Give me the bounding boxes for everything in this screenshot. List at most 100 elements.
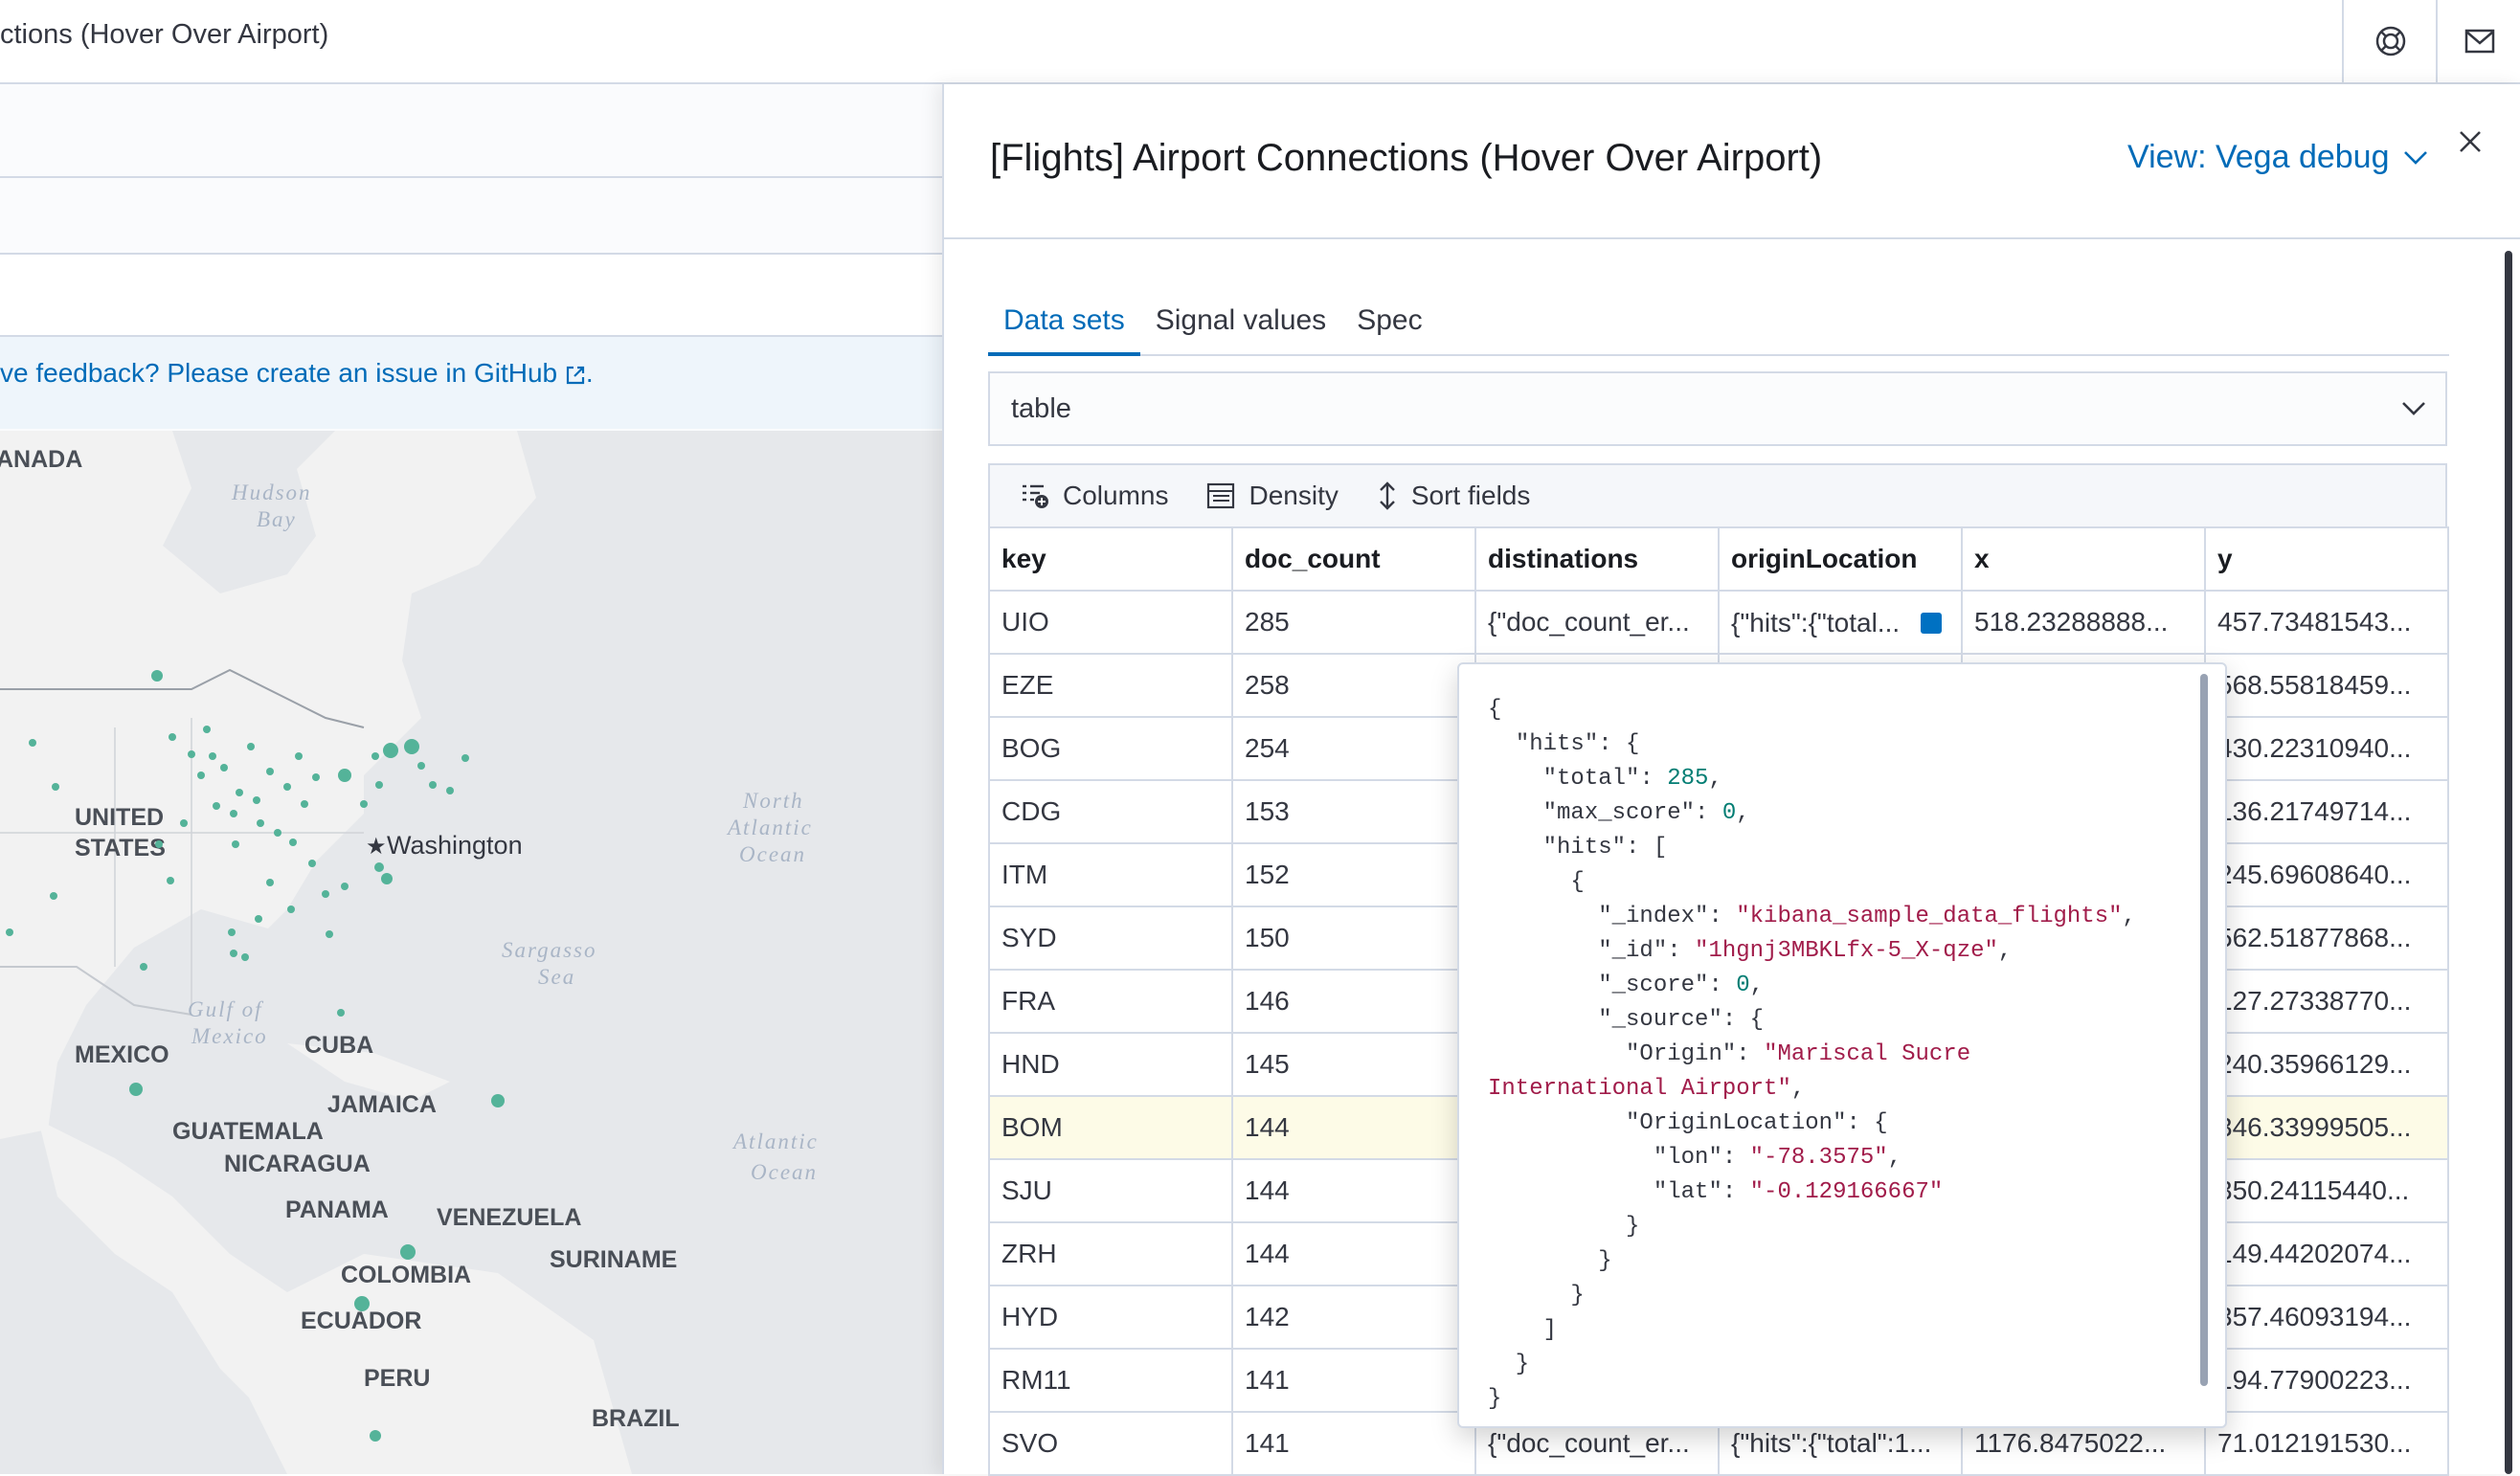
map-label-hudson: Hudson: [231, 481, 312, 504]
cell-key[interactable]: BOG: [988, 716, 1233, 781]
cell-key[interactable]: UIO: [988, 590, 1233, 655]
column-header-y[interactable]: y: [2204, 526, 2449, 592]
cell-y-value: 457.73481543...: [2217, 607, 2412, 637]
cell-key[interactable]: SYD: [988, 906, 1233, 971]
cell-doc-count[interactable]: 285: [1231, 590, 1476, 655]
cell-doc-count[interactable]: 254: [1231, 716, 1476, 781]
cell-doc-count[interactable]: 145: [1231, 1032, 1476, 1097]
cell-y[interactable]: 568.55818459...: [2204, 653, 2449, 718]
expand-cell-icon[interactable]: [1921, 612, 1942, 634]
flyout-scrollbar[interactable]: [2505, 251, 2512, 1474]
cell-doc-count[interactable]: 152: [1231, 842, 1476, 907]
cell-distinations-value: {"doc_count_er...: [1488, 1428, 1690, 1458]
cell-doc-count[interactable]: 258: [1231, 653, 1476, 718]
cell-y[interactable]: 346.33999505...: [2204, 1095, 2449, 1160]
cell-y[interactable]: 245.69608640...: [2204, 842, 2449, 907]
cell-doc-count[interactable]: 153: [1231, 779, 1476, 844]
cell-y[interactable]: 562.51877868...: [2204, 906, 2449, 971]
cell-y-value: 194.77900223...: [2217, 1365, 2412, 1395]
cell-y-value: 357.46093194...: [2217, 1302, 2412, 1331]
map-label-bay: Bay: [257, 507, 297, 531]
table-row[interactable]: UIO 285 {"doc_count_er... {"hits":{"total..…: [988, 590, 2449, 655]
tab-data-sets[interactable]: Data sets: [988, 287, 1140, 356]
map-label-gulf: Gulf of: [188, 997, 264, 1021]
column-header-distinations[interactable]: distinations: [1474, 526, 1720, 592]
cell-key[interactable]: CDG: [988, 779, 1233, 844]
cell-y[interactable]: 357.46093194...: [2204, 1285, 2449, 1350]
cell-doc-count-value: 144: [1245, 1239, 1290, 1268]
cell-doc-count[interactable]: 144: [1231, 1221, 1476, 1286]
tab-spec[interactable]: Spec: [1341, 287, 1437, 352]
map-label-brazil: BRAZIL: [592, 1405, 680, 1432]
cell-doc-count[interactable]: 146: [1231, 969, 1476, 1034]
cell-key[interactable]: HYD: [988, 1285, 1233, 1350]
cell-y-value: 71.012191530...: [2217, 1428, 2412, 1458]
cell-doc-count[interactable]: 141: [1231, 1348, 1476, 1413]
cell-key[interactable]: FRA: [988, 969, 1233, 1034]
cell-y-value: 430.22310940...: [2217, 733, 2412, 763]
cell-key-value: SYD: [1001, 923, 1057, 952]
map-label-ecuador: ECUADOR: [301, 1308, 421, 1334]
cell-origin-location[interactable]: {"hits":{"total...: [1718, 590, 1963, 655]
close-flyout-button[interactable]: [2451, 123, 2489, 161]
cell-doc-count[interactable]: 144: [1231, 1158, 1476, 1223]
cell-y[interactable]: 240.35966129...: [2204, 1032, 2449, 1097]
cell-key-value: UIO: [1001, 607, 1049, 637]
dataset-select[interactable]: table: [988, 371, 2447, 446]
column-header-key[interactable]: key: [988, 526, 1233, 592]
cell-y[interactable]: 457.73481543...: [2204, 590, 2449, 655]
cell-doc-count[interactable]: 144: [1231, 1095, 1476, 1160]
cell-doc-count-value: 254: [1245, 733, 1290, 763]
column-header-x[interactable]: x: [1961, 526, 2206, 592]
columns-button[interactable]: Columns: [1021, 481, 1168, 511]
filter-row: [0, 255, 942, 337]
cell-key[interactable]: HND: [988, 1032, 1233, 1097]
cell-y[interactable]: 71.012191530...: [2204, 1411, 2449, 1476]
cell-key-value: HYD: [1001, 1302, 1059, 1331]
cell-origin-location-value: {"hits":{"total...: [1731, 607, 1901, 637]
cell-key[interactable]: SJU: [988, 1158, 1233, 1223]
cell-y-value: 346.33999505...: [2217, 1112, 2412, 1142]
cell-key[interactable]: RM11: [988, 1348, 1233, 1413]
cell-distinations[interactable]: {"doc_count_er...: [1474, 590, 1720, 655]
cell-key[interactable]: SVO: [988, 1411, 1233, 1476]
cell-y[interactable]: 350.24115440...: [2204, 1158, 2449, 1223]
mail-button[interactable]: [2436, 0, 2520, 82]
map-label-jamaica: JAMAICA: [327, 1091, 437, 1118]
cell-key[interactable]: BOM: [988, 1095, 1233, 1160]
tab-signal-values[interactable]: Signal values: [1140, 287, 1341, 352]
cell-doc-count[interactable]: 150: [1231, 906, 1476, 971]
column-header-doc-count[interactable]: doc_count: [1231, 526, 1476, 592]
sort-fields-button[interactable]: Sort fields: [1377, 481, 1530, 511]
column-header-origin-location[interactable]: originLocation: [1718, 526, 1963, 592]
close-icon: [2460, 131, 2481, 152]
feedback-link[interactable]: ve feedback? Please create an issue in G…: [0, 358, 594, 389]
cell-key-value: CDG: [1001, 796, 1062, 826]
cell-doc-count-value: 152: [1245, 860, 1290, 889]
popover-scrollbar[interactable]: [2200, 674, 2208, 1386]
cell-key-value: SVO: [1001, 1428, 1059, 1458]
cell-key[interactable]: ITM: [988, 842, 1233, 907]
cell-y[interactable]: 194.77900223...: [2204, 1348, 2449, 1413]
cell-y[interactable]: 136.21749714...: [2204, 779, 2449, 844]
cell-doc-count[interactable]: 141: [1231, 1411, 1476, 1476]
cell-y[interactable]: 430.22310940...: [2204, 716, 2449, 781]
cell-y[interactable]: 149.44202074...: [2204, 1221, 2449, 1286]
density-icon: [1207, 482, 1235, 509]
map-label-united: UNITED: [75, 804, 164, 831]
cell-y-value: 568.55818459...: [2217, 670, 2412, 700]
sort-icon: [1380, 481, 1395, 510]
map-label-peru: PERU: [364, 1365, 430, 1392]
feedback-link-text: ve feedback? Please create an issue in G…: [0, 358, 558, 388]
cell-doc-count[interactable]: 142: [1231, 1285, 1476, 1350]
map-label-atlantic-ocean: Ocean: [751, 1160, 818, 1184]
map-visualization[interactable]: ANADA UNITED STATES Washington MEXICO CU…: [0, 431, 942, 1474]
cell-key[interactable]: EZE: [988, 653, 1233, 718]
cell-y[interactable]: 127.27338770...: [2204, 969, 2449, 1034]
density-button[interactable]: Density: [1206, 481, 1339, 511]
cell-key[interactable]: ZRH: [988, 1221, 1233, 1286]
cell-y-value: 562.51877868...: [2217, 923, 2412, 952]
view-selector[interactable]: View: Vega debug: [2127, 139, 2428, 176]
help-button[interactable]: [2342, 0, 2438, 82]
cell-x[interactable]: 518.23288888...: [1961, 590, 2206, 655]
